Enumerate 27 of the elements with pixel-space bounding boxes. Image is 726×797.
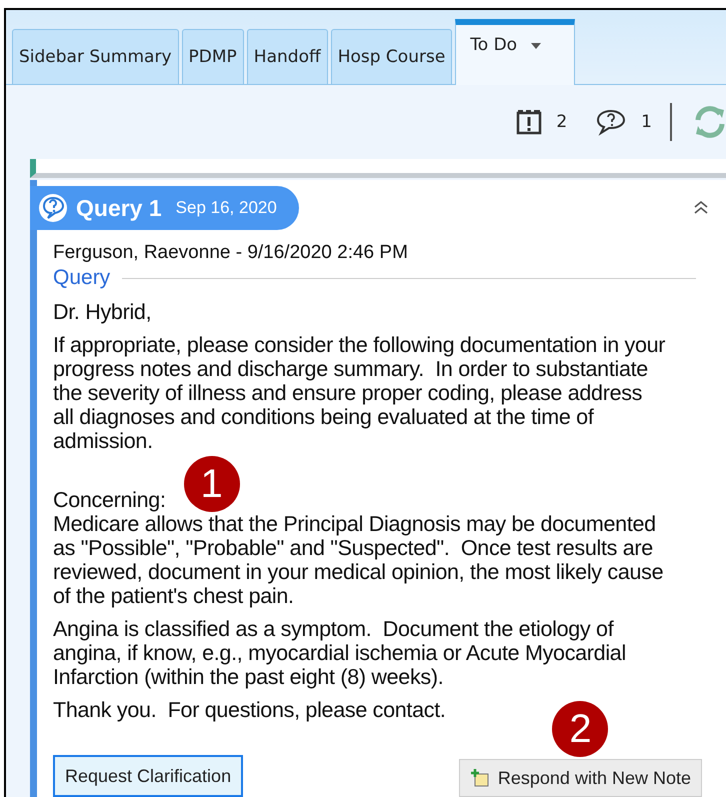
author-line: Ferguson, Raevonne - 9/16/2020 2:46 PM (53, 242, 409, 264)
callout-badge: 2 (552, 701, 608, 757)
query-paragraph: Concerning: (53, 488, 166, 512)
question-bubble-icon (38, 193, 68, 223)
tab[interactable]: PDMP (182, 29, 244, 84)
caret-icon[interactable] (531, 43, 542, 49)
query-paragraph: Angina is classified as a symptom. Document the etiology of angina, if know, e.g., myocardial ischemia or Acute Myocardial Infarction (within the past eight (8) weeks). (53, 617, 626, 689)
section-heading: Query (53, 266, 110, 290)
collapse-icon[interactable] (694, 200, 708, 214)
query-paragraph: Dr. Hybrid, (53, 300, 152, 324)
tab[interactable]: Handoff (246, 29, 328, 84)
tab[interactable]: Sidebar Summary (12, 29, 179, 84)
clarification-button[interactable]: Request Clarification (53, 755, 244, 797)
new-note-icon (470, 768, 490, 788)
query-paragraph: If appropriate, please consider the following documentation in your progress notes and discharge summary. In order to substantiate the severity of illness and ensure proper coding, please address all diagnoses and conditions being evaluated at the time of admission. (53, 333, 666, 453)
tab[interactable]: To Do (455, 19, 576, 85)
callout-badge: 1 (184, 456, 240, 512)
tab[interactable]: Hosp Course (330, 29, 452, 84)
alert-calendar-icon[interactable] (516, 109, 542, 135)
respond-button[interactable]: Respond with New Note (458, 759, 702, 797)
query-title: Query 1 (76, 194, 162, 222)
query-count: 1 (641, 112, 652, 132)
question-bubble-icon[interactable] (595, 108, 628, 136)
query-date: Sep 16, 2020 (176, 198, 277, 218)
query-paragraph: Thank you. For questions, please contact. (53, 698, 446, 722)
alert-count: 2 (556, 112, 568, 132)
query-paragraph: Medicare allows that the Principal Diagnosis may be documented as "Possible", "Probable" and "Suspected". Once test results are reviewed, document in your medical opinion, the most likely cause of the patient's chest pain. (53, 512, 664, 608)
